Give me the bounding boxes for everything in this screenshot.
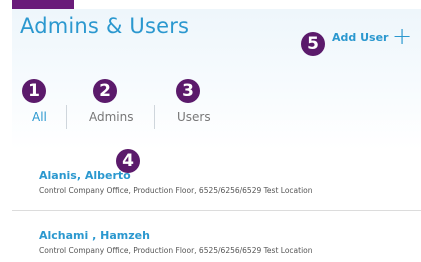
plus-icon[interactable]: + xyxy=(392,24,412,48)
callout-badge-2: 2 xyxy=(93,79,117,103)
list-item[interactable]: Alanis, Alberto Control Company Office, … xyxy=(12,160,421,208)
tab-separator xyxy=(154,105,155,129)
page-title: Admins & Users xyxy=(20,14,190,38)
user-location: Control Company Office, Production Floor… xyxy=(39,186,313,195)
user-list: Alanis, Alberto Control Company Office, … xyxy=(12,150,421,262)
list-item[interactable]: Alchami , Hamzeh Control Company Office,… xyxy=(12,214,421,262)
tab-users[interactable]: Users xyxy=(177,110,211,124)
user-name[interactable]: Alanis, Alberto xyxy=(39,169,131,182)
row-divider xyxy=(12,210,421,211)
callout-badge-1: 1 xyxy=(22,79,46,103)
callout-badge-4: 4 xyxy=(116,149,140,173)
top-tab-marker xyxy=(12,0,74,9)
callout-badge-5: 5 xyxy=(301,32,325,56)
add-user-button[interactable]: Add User xyxy=(332,31,388,44)
user-location: Control Company Office, Production Floor… xyxy=(39,246,313,255)
callout-badge-3: 3 xyxy=(176,79,200,103)
user-name[interactable]: Alchami , Hamzeh xyxy=(39,229,150,242)
tab-admins[interactable]: Admins xyxy=(89,110,134,124)
tab-separator xyxy=(66,105,67,129)
tab-all[interactable]: All xyxy=(32,110,47,124)
